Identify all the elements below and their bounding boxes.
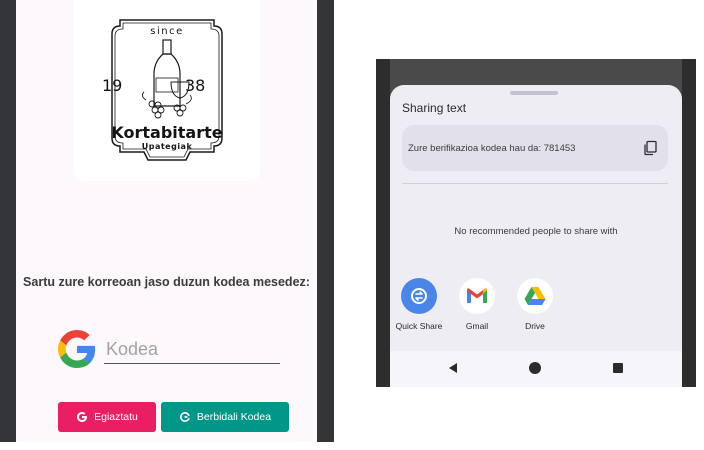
share-target-quick-share[interactable]: Quick Share (389, 278, 449, 331)
google-g-icon (77, 412, 88, 422)
gmail-icon (459, 278, 495, 314)
brand-logo: since 19 38 Kortabitarte Upategiak (74, 0, 260, 181)
copy-icon[interactable] (642, 140, 658, 156)
navigation-bar (390, 351, 682, 387)
share-target-label: Quick Share (395, 321, 443, 331)
resend-button-label: Berbidali Kodea (196, 411, 272, 423)
phone-bezel-right (682, 59, 696, 387)
code-prompt: Sartu zure korreoan jaso duzun kodea mes… (23, 275, 310, 289)
logo-since-text: since (150, 26, 184, 37)
logo-subtitle-text: Upategiak (141, 142, 193, 151)
verify-button[interactable]: Egiaztatu (58, 402, 156, 432)
sheet-drag-handle[interactable] (510, 91, 558, 95)
divider (402, 183, 668, 184)
share-target-label: Drive (525, 321, 545, 331)
shared-text-preview: Zure berifikazioa kodea hau da: 781453 (402, 125, 668, 171)
share-target-label: Gmail (465, 321, 489, 331)
phone-bezel-left (376, 59, 390, 387)
back-icon[interactable] (447, 362, 459, 374)
verification-screen: since 19 38 Kortabitarte Upategiak Sartu… (16, 0, 317, 442)
right-phone-frame: Sharing text Zure berifikazioa kodea hau… (376, 59, 696, 387)
shared-text: Zure berifikazioa kodea hau da: 781453 (408, 143, 576, 154)
left-phone-frame: since 19 38 Kortabitarte Upategiak Sartu… (0, 0, 334, 442)
share-target-drive[interactable]: Drive (505, 278, 565, 331)
quick-share-icon (401, 278, 437, 314)
logo-year-left: 19 (102, 76, 123, 95)
home-icon[interactable] (529, 362, 541, 374)
no-recommended-people: No recommended people to share with (454, 226, 618, 237)
logo-year-right: 38 (185, 76, 206, 95)
code-input[interactable] (104, 336, 280, 364)
verify-button-label: Egiaztatu (94, 411, 138, 423)
recents-icon[interactable] (613, 363, 623, 373)
drive-icon (517, 278, 553, 314)
resend-icon (179, 412, 190, 422)
logo-brand-text: Kortabitarte (111, 123, 223, 142)
google-icon (58, 330, 96, 368)
resend-code-button[interactable]: Berbidali Kodea (161, 402, 289, 432)
share-target-gmail[interactable]: Gmail (447, 278, 507, 331)
share-sheet: Sharing text Zure berifikazioa kodea hau… (390, 85, 682, 387)
share-sheet-title: Sharing text (402, 101, 467, 115)
